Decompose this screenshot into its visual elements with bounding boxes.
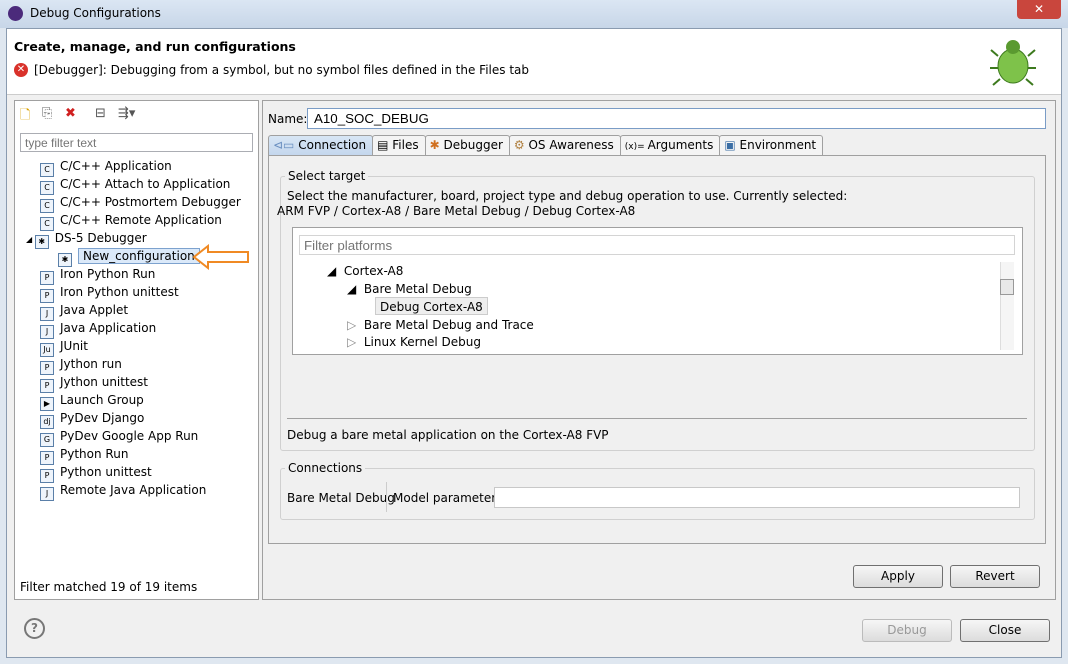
tree-item-label: Remote Java Application (60, 483, 207, 497)
tab-connection[interactable]: ⊲▭ Connection (268, 135, 374, 156)
name-label: Name: (268, 112, 308, 126)
tree-item-label: Iron Python Run (60, 267, 156, 281)
platform-scrollbar[interactable] (1000, 262, 1014, 350)
title-bar: Debug Configurations (0, 0, 1068, 28)
duplicate-icon[interactable]: ⎘ (42, 106, 52, 121)
platform-item[interactable]: ◢ Cortex-A8 (327, 262, 403, 280)
tab-debugger[interactable]: ✱ Debugger (424, 135, 510, 156)
config-type-icon: J (40, 487, 54, 501)
tree-item[interactable]: ✱ New_configuration (58, 247, 200, 267)
gear-icon: ⚙ (513, 138, 529, 152)
current-selection: ARM FVP / Cortex-A8 / Bare Metal Debug /… (277, 204, 636, 218)
files-icon: ▤ (377, 138, 393, 152)
tree-item[interactable]: ◢ ✱ DS-5 Debugger (26, 229, 147, 249)
tree-item-label: C/C++ Postmortem Debugger (60, 195, 241, 209)
tree-item-label: JUnit (60, 339, 88, 353)
tree-item-label: Jython unittest (60, 375, 149, 389)
apply-button[interactable]: Apply (853, 565, 943, 588)
tree-item-label: Iron Python unittest (60, 285, 179, 299)
separator (287, 418, 1027, 419)
instructions-text: Select the manufacturer, board, project … (287, 189, 848, 203)
help-icon[interactable]: ? (24, 618, 45, 639)
tree-item[interactable]: C C/C++ Application (40, 157, 172, 177)
platform-item[interactable]: ▷ Bare Metal Debug and Trace (347, 316, 534, 334)
eclipse-icon (8, 6, 23, 21)
tree-item[interactable]: P Iron Python unittest (40, 283, 179, 303)
tab-bar: ⊲▭ Connection ▤ Files ✱ Debugger ⚙ OS Aw… (268, 135, 824, 156)
description-text: Debug a bare metal application on the Co… (287, 428, 609, 442)
tree-item-label: Java Applet (60, 303, 129, 317)
config-type-icon: ✱ (34, 235, 49, 249)
dialog-title: Create, manage, and run configurations (14, 39, 296, 54)
filter-input[interactable] (20, 133, 253, 152)
new-configuration-icon[interactable]: 🗋 (20, 106, 30, 128)
platform-list: ◢ Cortex-A8 ◢ Bare Metal Debug Debug Cor… (293, 262, 999, 352)
tree-item[interactable]: J Java Application (40, 319, 157, 339)
scrollbar-thumb[interactable] (1000, 279, 1014, 295)
expand-icon[interactable]: ◢ (26, 235, 35, 244)
tree-item-label: Python Run (60, 447, 129, 461)
window-title: Debug Configurations (30, 6, 161, 20)
tree-item[interactable]: P Iron Python Run (40, 265, 156, 285)
tab-environment[interactable]: ▣ Environment (719, 135, 824, 156)
platform-item[interactable]: ▷ Linux Kernel Debug (347, 333, 481, 351)
tree-item[interactable]: P Jython unittest (40, 373, 149, 393)
filter-icon[interactable]: ⇶▾ (118, 106, 135, 121)
model-parameters-field[interactable] (494, 487, 1020, 508)
filter-platforms-input[interactable] (299, 235, 1015, 255)
select-target-label: Select target (285, 169, 369, 183)
tree-item[interactable]: J Remote Java Application (40, 481, 207, 501)
platform-item[interactable]: ◢ Bare Metal Debug (347, 280, 472, 298)
debug-button[interactable]: Debug (862, 619, 952, 642)
model-parameters-label: Model parameters (393, 491, 503, 505)
error-icon: ✕ (14, 63, 28, 77)
tree-item[interactable]: P Python Run (40, 445, 129, 465)
tree-item-label: Java Application (60, 321, 157, 335)
tree-item[interactable]: Ju JUnit (40, 337, 88, 357)
tab-os-awareness[interactable]: ⚙ OS Awareness (508, 135, 621, 156)
tree-item[interactable]: C C/C++ Attach to Application (40, 175, 231, 195)
connection-icon: ⊲▭ (273, 138, 299, 152)
bug-icon (990, 40, 1036, 86)
annotation-arrow-icon (192, 244, 249, 270)
tree-item-label: Launch Group (60, 393, 144, 407)
tree-item-label: PyDev Django (60, 411, 145, 425)
collapse-all-icon[interactable]: ⊟ (95, 106, 106, 121)
tab-files[interactable]: ▤ Files (372, 135, 426, 156)
tree-item[interactable]: dj PyDev Django (40, 409, 145, 429)
tree-item[interactable]: ▶ Launch Group (40, 391, 144, 411)
tree-item-label: Python unittest (60, 465, 152, 479)
tree-item[interactable]: J Java Applet (40, 301, 129, 321)
tree-item-label: Jython run (60, 357, 122, 371)
tab-arguments[interactable]: (x)= Arguments (619, 135, 721, 156)
tree-item-label: New_configuration (78, 248, 200, 264)
connections-label: Connections (285, 461, 366, 475)
tree-item-label: C/C++ Application (60, 159, 172, 173)
debugger-icon: ✱ (429, 138, 444, 152)
revert-button[interactable]: Revert (950, 565, 1040, 588)
bare-metal-label: Bare Metal Debug (287, 491, 395, 505)
tree-item[interactable]: C C/C++ Postmortem Debugger (40, 193, 241, 213)
filter-status: Filter matched 19 of 19 items (20, 580, 198, 594)
close-button[interactable]: Close (960, 619, 1050, 642)
error-message: [Debugger]: Debugging from a symbol, but… (34, 63, 529, 77)
tree-item-label: C/C++ Attach to Application (60, 177, 231, 191)
tree-item-label: PyDev Google App Run (60, 429, 199, 443)
platform-item-selected[interactable]: Debug Cortex-A8 (375, 297, 488, 315)
divider (386, 482, 387, 512)
tree-item-label: C/C++ Remote Application (60, 213, 222, 227)
tree-item[interactable]: P Python unittest (40, 463, 152, 483)
delete-icon[interactable]: ✖ (65, 106, 76, 121)
tree-item[interactable]: P Jython run (40, 355, 122, 375)
environment-icon: ▣ (724, 138, 740, 152)
tree-item[interactable]: G PyDev Google App Run (40, 427, 199, 447)
close-window-button[interactable]: ✕ (1017, 0, 1061, 19)
tree-item-label: DS-5 Debugger (54, 231, 147, 245)
tree-item[interactable]: C C/C++ Remote Application (40, 211, 222, 231)
arguments-icon: (x)= (624, 142, 648, 152)
name-field[interactable] (307, 108, 1046, 129)
